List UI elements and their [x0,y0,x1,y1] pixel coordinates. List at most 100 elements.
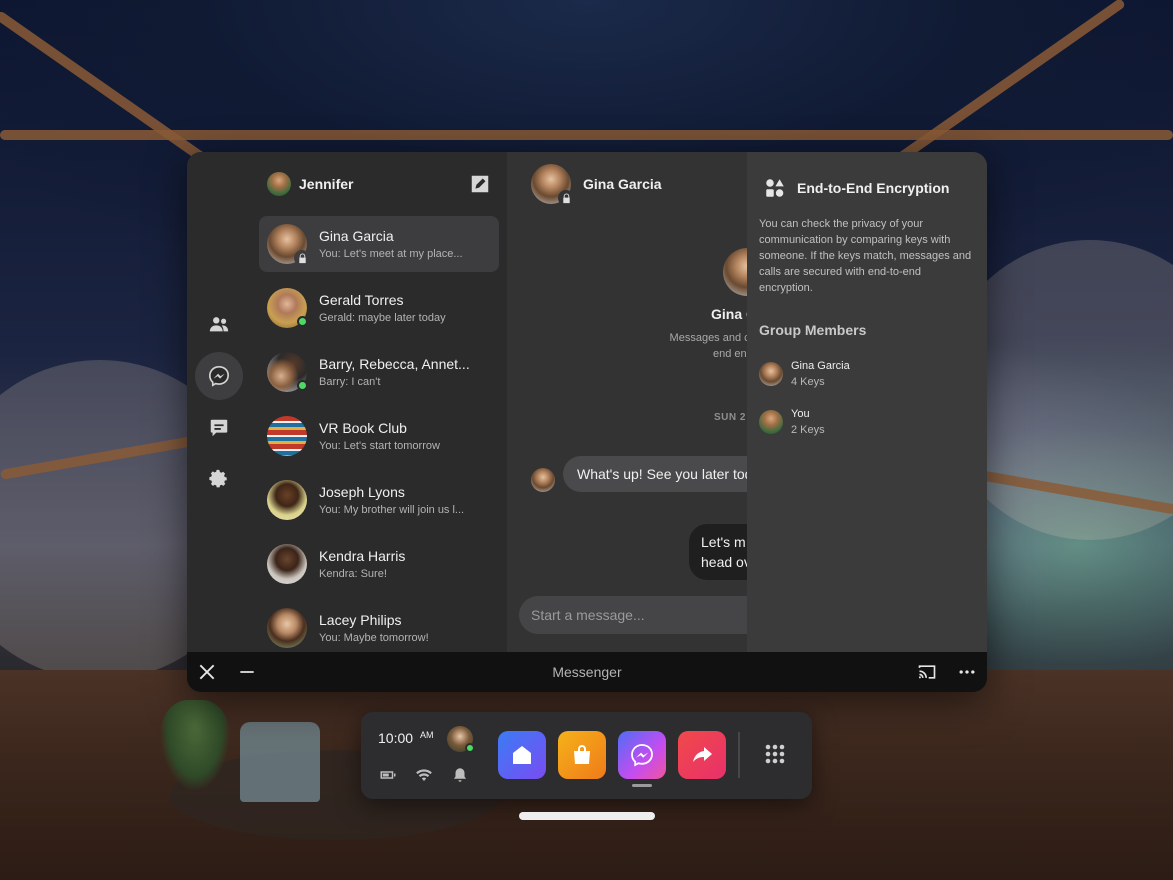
profile-name: Gina G [711,306,747,322]
conversation-preview: Barry: I can't [319,376,381,388]
profile-avatar [723,248,747,296]
messenger-icon [209,366,229,387]
online-indicator [297,380,308,391]
conversation-item[interactable]: Kendra Harris Kendra: Sure! [259,536,499,592]
conversation-name: Gerald Torres [319,292,404,308]
lock-icon [562,192,570,203]
people-icon [209,317,229,332]
conversation-name: Lacey Philips [319,612,402,628]
system-taskbar: 10:00 AM [361,712,812,799]
store-bag-icon [574,745,590,764]
messenger-icon [631,744,653,767]
messenger-window: Jennifer Gina Garcia You: Let's meet at m… [187,152,987,692]
home-indicator-bar[interactable] [519,812,655,820]
user-avatar[interactable] [447,726,475,753]
shapes-icon [766,179,784,197]
chats-button[interactable] [195,352,243,400]
window-title: Messenger [552,664,622,680]
online-indicator [297,316,308,327]
bell-icon [454,768,466,782]
conversation-preview: Gerald: maybe later today [319,312,446,324]
avatar [267,608,307,648]
cast-button[interactable] [915,660,939,684]
sender-avatar [531,468,555,492]
plant [160,700,230,790]
home-app-button[interactable] [498,731,546,779]
share-arrow-icon [693,747,712,762]
conversation-item[interactable]: Barry, Rebecca, Annet... Barry: I can't [259,344,499,400]
people-button[interactable] [195,300,243,348]
avatar [267,416,307,456]
conversation-name: VR Book Club [319,420,407,436]
avatar [267,352,308,392]
conversation-item[interactable]: Joseph Lyons You: My brother will join us… [259,472,499,528]
conversation-item[interactable]: Lacey Philips You: Maybe tomorrow! [259,600,499,652]
message-line: head ov [701,554,747,570]
message-input[interactable]: Start a message... [519,596,747,634]
member-name: Gina Garcia [791,360,850,372]
conversation-name: Joseph Lyons [319,484,405,500]
conversation-preview: You: Maybe tomorrow! [319,632,429,644]
conversation-name: Gina Garcia [319,228,394,244]
active-app-indicator [632,784,652,787]
group-members-heading: Group Members [759,322,867,338]
conversation-item[interactable]: Gerald Torres Gerald: maybe later today [259,280,499,336]
conversation-preview: Kendra: Sure! [319,568,387,580]
encryption-notice-line: Messages and calls ar [669,332,747,344]
list-header: Jennifer [267,172,491,196]
date-separator: SUN 2: [714,412,747,423]
outgoing-message-bubble[interactable]: Let's m head ov [689,524,747,580]
account-name: Jennifer [299,176,354,192]
lounge-chair [240,722,320,802]
online-indicator [465,743,475,753]
lock-badge [558,190,574,206]
more-dots-icon [959,670,975,674]
settings-button[interactable] [195,456,243,504]
share-app-button[interactable] [678,731,726,779]
message-requests-button[interactable] [195,404,243,452]
avatar [267,544,307,584]
notifications-status[interactable] [451,766,469,784]
member-keys: 2 Keys [791,424,825,436]
account-avatar[interactable] [267,172,291,196]
conversation-item[interactable]: VR Book Club You: Let's start tomorrow [259,408,499,464]
battery-icon [380,771,396,779]
cast-icon [918,665,936,679]
panel-title: End-to-End Encryption [797,180,950,196]
conversation-preview: You: My brother will join us l... [319,504,465,516]
encryption-notice: Messages and calls ar end encryptio [639,330,747,362]
home-icon [513,746,531,764]
conversation-preview: You: Let's meet at my place... [319,248,463,260]
contact-avatar[interactable] [531,164,574,206]
encryption-panel: End-to-End Encryption You can check the … [747,152,987,652]
window-bar: Messenger [187,652,987,692]
lock-badge [294,250,310,266]
lock-icon [298,252,306,263]
avatar [267,288,308,328]
nav-rail [187,152,251,652]
clock-time[interactable]: 10:00 [378,730,413,746]
battery-status[interactable] [379,766,397,784]
member-row[interactable]: Gina Garcia 4 Keys [759,360,850,388]
messenger-app-button[interactable] [618,731,666,779]
member-row[interactable]: You 2 Keys [759,408,825,436]
message-line: Let's m [701,534,746,550]
panel-header: End-to-End Encryption [765,178,949,198]
conversation-name: Kendra Harris [319,548,406,564]
chat-contact-name: Gina Garcia [583,176,662,192]
store-app-button[interactable] [558,731,606,779]
chat-pane: Gina Garcia Gina G Messages and calls ar… [507,152,747,652]
wifi-status[interactable] [415,766,433,784]
compose-button[interactable] [469,173,491,195]
app-library-button[interactable] [763,742,787,766]
app-grid-icon [765,744,785,764]
panel-description: You can check the privacy of your commun… [759,218,972,294]
compose-icon [471,175,489,193]
conversation-item[interactable]: Gina Garcia You: Let's meet at my place..… [259,216,499,272]
more-options-button[interactable] [955,660,979,684]
message-requests-icon [210,419,228,437]
avatar [267,224,310,266]
incoming-message-bubble[interactable]: What's up! See you later tod [563,456,747,492]
member-name: You [791,408,810,420]
conversation-name: Barry, Rebecca, Annet... [319,356,470,372]
